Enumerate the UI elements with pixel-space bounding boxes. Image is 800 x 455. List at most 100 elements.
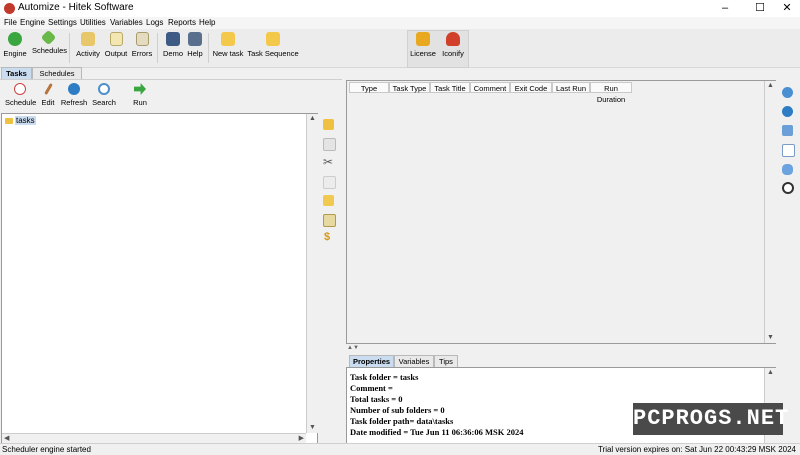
edit-button[interactable]: Edit (39, 83, 57, 107)
menu-bar: File Engine Settings Utilities Variables… (0, 17, 800, 29)
task-sequence-button[interactable]: Task Sequence (247, 32, 299, 58)
copy-icon[interactable] (323, 138, 336, 151)
license-button[interactable]: License (409, 32, 437, 58)
tab-variables[interactable]: Variables (394, 355, 434, 367)
tab-tasks[interactable]: Tasks (1, 67, 32, 79)
status-bar: Scheduler engine started Trial version e… (0, 443, 800, 455)
open-folder-icon[interactable] (323, 119, 334, 130)
cloud-icon[interactable] (782, 164, 793, 175)
paste-icon[interactable] (323, 176, 336, 189)
toolbar-separator (157, 33, 158, 63)
tree-item-tasks[interactable]: tasks (5, 116, 36, 125)
search-button[interactable]: Search (91, 83, 117, 107)
scroll-up-icon[interactable]: ▲ (765, 81, 776, 91)
tab-schedules[interactable]: Schedules (32, 67, 82, 79)
engine-status: Scheduler engine started (2, 445, 91, 454)
toolbar-separator (69, 33, 70, 63)
key-icon (416, 32, 430, 46)
close-button[interactable]: ✕ (772, 0, 800, 17)
sort-icon[interactable] (782, 125, 793, 136)
tasks-toolbar: Schedule Edit Refresh Search Run (0, 79, 342, 113)
refresh-button[interactable]: Refresh (60, 83, 88, 107)
menu-engine[interactable]: Engine (20, 17, 45, 29)
app-logo-icon (4, 3, 15, 14)
column-header-task-type[interactable]: Task Type (389, 82, 430, 93)
menu-reports[interactable]: Reports (168, 17, 196, 29)
splitter-arrows[interactable]: ▲▼ (347, 345, 359, 351)
errors-button[interactable]: Errors (131, 32, 153, 58)
column-header-type[interactable]: Type (349, 82, 389, 93)
title-bar: Automize - Hitek Software – ☐ ✕ (0, 0, 800, 17)
schedules-button[interactable]: Schedules (32, 29, 67, 55)
demo-button[interactable]: Demo (162, 32, 184, 58)
menu-settings[interactable]: Settings (48, 17, 77, 29)
column-header-last-run[interactable]: Last Run (552, 82, 590, 93)
column-settings-icon[interactable] (782, 144, 795, 157)
new-task-button[interactable]: New task (212, 32, 244, 58)
scroll-down-icon[interactable]: ▼ (765, 333, 776, 343)
column-header-exit-code[interactable]: Exit Code (510, 82, 552, 93)
errors-icon (135, 32, 149, 46)
run-arrow-icon (134, 83, 146, 95)
engine-button[interactable]: Engine (3, 32, 27, 58)
help-button[interactable]: Help (186, 32, 204, 58)
column-header-task-title[interactable]: Task Title (430, 82, 470, 93)
scroll-up-icon[interactable]: ▲ (765, 368, 776, 378)
main-tabs: Tasks Schedules (0, 67, 342, 79)
activity-icon (81, 32, 95, 46)
column-header-comment[interactable]: Comment (470, 82, 510, 93)
demo-icon (166, 32, 180, 46)
engine-icon (8, 32, 22, 46)
property-date-modified: Date modified = Tue Jun 11 06:36:06 MSK … (350, 427, 524, 437)
scroll-down-icon[interactable]: ▼ (307, 423, 318, 433)
menu-utilities[interactable]: Utilities (80, 17, 106, 29)
cut-icon[interactable]: ✂ (323, 155, 333, 169)
tree-vertical-scrollbar[interactable]: ▲ ▼ (306, 114, 318, 433)
property-comment: Comment = (350, 383, 393, 393)
menu-variables[interactable]: Variables (110, 17, 143, 29)
schedules-icon (40, 29, 56, 46)
target-icon[interactable] (782, 182, 794, 194)
property-total-tasks: Total tasks = 0 (350, 394, 403, 404)
maximize-button[interactable]: ☐ (745, 0, 775, 17)
tree-item-label: tasks (15, 116, 36, 125)
property-task-folder: Task folder = tasks (350, 372, 419, 382)
edit-note-icon[interactable] (323, 195, 334, 206)
tree-side-toolbar: ✂ $ (319, 113, 339, 443)
output-icon (109, 32, 123, 46)
menu-help[interactable]: Help (199, 17, 215, 29)
tab-properties[interactable]: Properties (349, 355, 394, 367)
minimize-button[interactable]: – (710, 0, 740, 17)
output-button[interactable]: Output (104, 32, 128, 58)
iconify-icon (446, 32, 460, 46)
property-sub-folders: Number of sub folders = 0 (350, 405, 445, 415)
properties-tabs: Properties Variables Tips (346, 355, 776, 367)
task-table[interactable]: Type Task Type Task Title Comment Exit C… (346, 80, 776, 344)
table-vertical-scrollbar[interactable]: ▲ ▼ (764, 81, 776, 343)
scroll-up-icon[interactable]: ▲ (307, 114, 318, 124)
run-button[interactable]: Run (128, 83, 152, 107)
toolbar-separator (208, 33, 209, 63)
property-folder-path: Task folder path= data\tasks (350, 416, 454, 426)
column-header-run-duration[interactable]: Run Duration (590, 82, 632, 104)
window-title: Automize - Hitek Software (18, 2, 134, 13)
watermark: PCPROGS.NET (633, 403, 788, 435)
menu-logs[interactable]: Logs (146, 17, 163, 29)
search-icon (98, 83, 110, 95)
new-task-icon (221, 32, 235, 46)
folder-icon (5, 117, 13, 124)
task-tree-panel[interactable]: tasks ▲ ▼ ◀ ▶ (1, 113, 318, 445)
right-side-toolbar (776, 80, 800, 443)
task-sequence-icon (266, 32, 280, 46)
menu-file[interactable]: File (4, 17, 17, 29)
variable-dollar-icon[interactable]: $ (324, 231, 330, 243)
tab-tips[interactable]: Tips (434, 355, 458, 367)
refresh-icon[interactable] (782, 106, 793, 117)
iconify-button[interactable]: Iconify (440, 32, 466, 58)
main-toolbar: Engine Schedules Activity Output Errors … (0, 29, 800, 68)
activity-button[interactable]: Activity (75, 32, 101, 58)
schedule-clock-icon (14, 83, 26, 95)
checklist-icon[interactable] (323, 214, 336, 227)
info-icon[interactable] (782, 87, 793, 98)
schedule-button[interactable]: Schedule (5, 83, 36, 107)
